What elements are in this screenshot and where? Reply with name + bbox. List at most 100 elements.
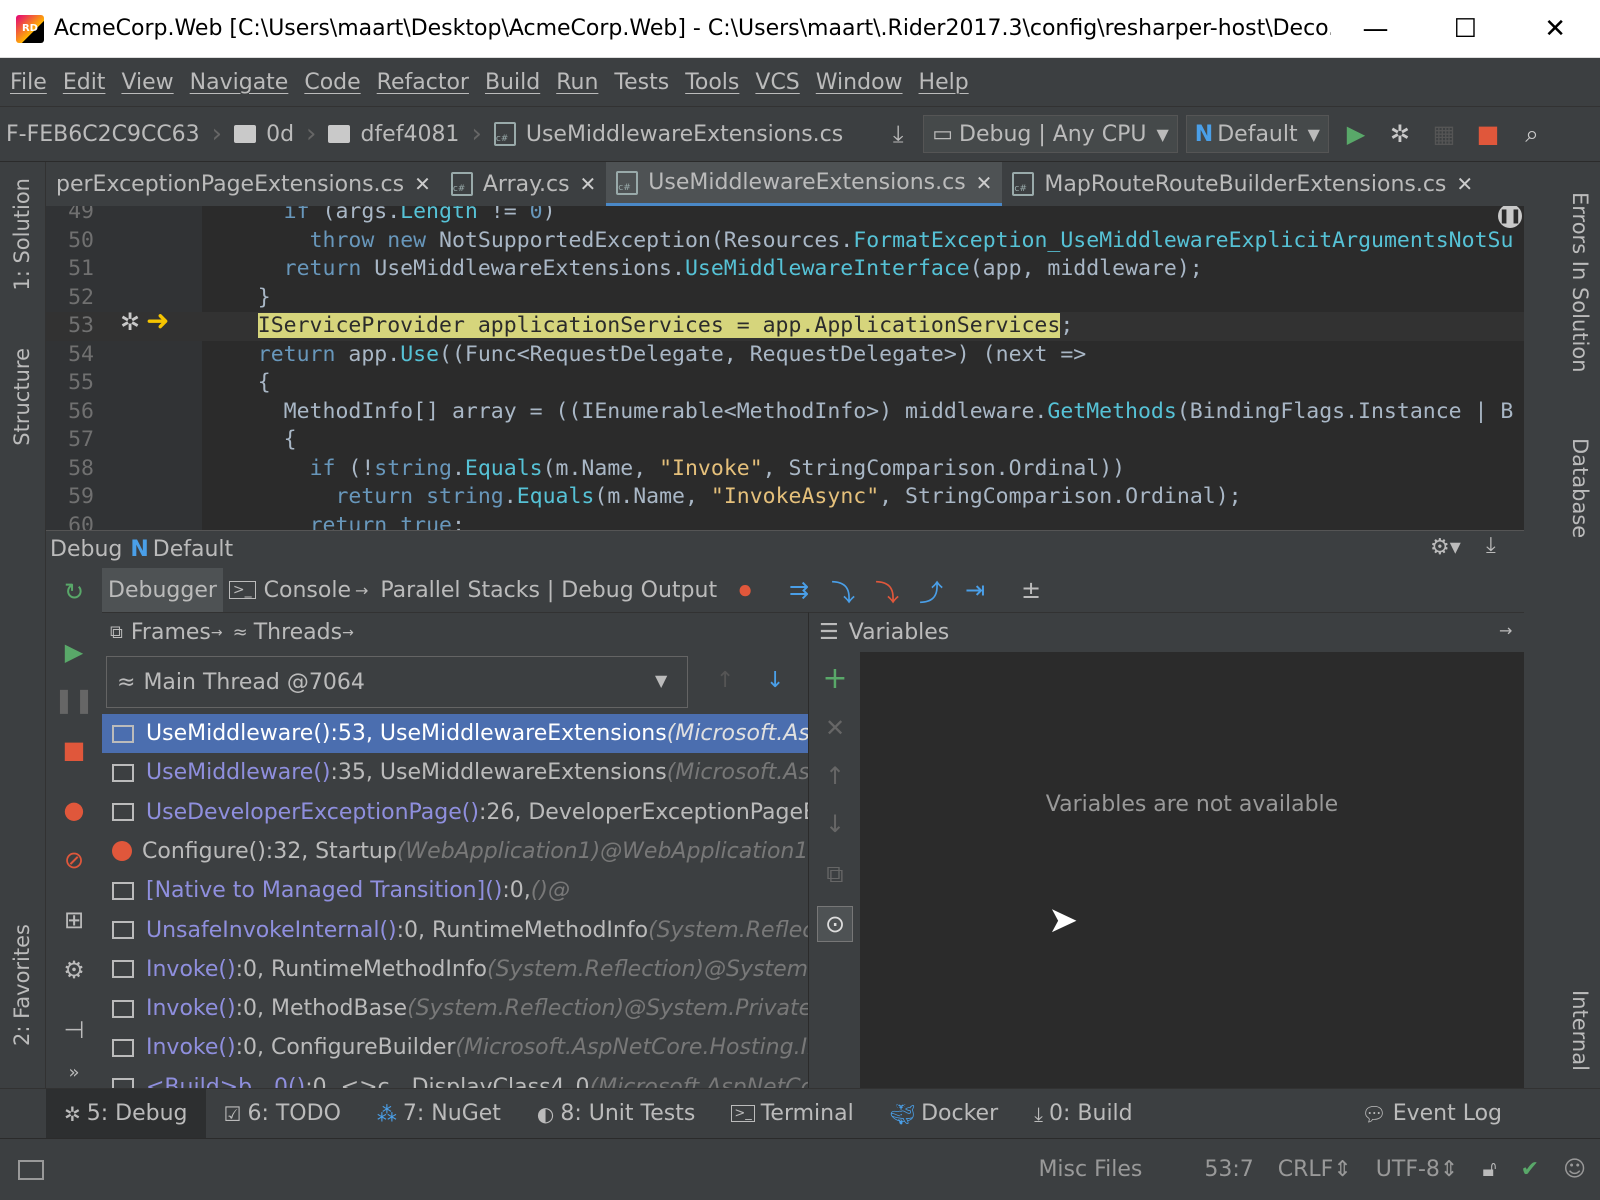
event-log-button[interactable]: 💬︎ Event Log	[1343, 1089, 1520, 1139]
menu-help[interactable]: Help	[919, 70, 969, 95]
frame-row[interactable]: Invoke():0, MethodBase (System.Reflectio…	[102, 989, 808, 1028]
attach-process-icon[interactable]: ⤓	[881, 117, 915, 151]
tab-console[interactable]: >_ Console →	[223, 568, 374, 612]
tab-array[interactable]: c# Array.cs ✕	[441, 162, 606, 206]
frame-row[interactable]: Configure():32, Startup (WebApplication1…	[102, 832, 808, 871]
tab-developer-exception-page-extensions[interactable]: perExceptionPageExtensions.cs ✕	[46, 162, 441, 206]
panel-toggle-icon[interactable]	[18, 1159, 44, 1180]
arrow-up-icon[interactable]: ↑	[716, 668, 734, 693]
code-line[interactable]: 58 if (!string.Equals(m.Name, "Invoke", …	[46, 455, 1524, 484]
code-line[interactable]: 51 return UseMiddlewareExtensions.UseMid…	[46, 255, 1524, 284]
menu-refactor[interactable]: Refactor	[377, 70, 469, 95]
todo-tool-window-button[interactable]: ☑ 6: TODO	[206, 1089, 359, 1139]
more-icon[interactable]: »	[56, 1054, 92, 1090]
menu-window[interactable]: Window	[816, 70, 903, 95]
frames-tab[interactable]: Frames	[131, 620, 211, 645]
frame-row[interactable]: UseDeveloperExceptionPage():26, Develope…	[102, 793, 808, 832]
run-icon[interactable]: ▶	[1339, 117, 1373, 151]
arrow-down-icon[interactable]: ↓	[766, 668, 784, 693]
threads-tab[interactable]: Threads	[254, 620, 342, 645]
maximize-button[interactable]: ☐	[1420, 0, 1510, 58]
show-execution-point-icon[interactable]: ⏺	[723, 568, 767, 612]
move-down-icon[interactable]: ↓	[817, 806, 853, 842]
errors-in-solution-tab[interactable]: Errors In Solution	[1568, 192, 1592, 373]
frame-row[interactable]: Invoke():0, ConfigureBuilder (Microsoft.…	[102, 1028, 808, 1067]
internal-tab[interactable]: Internal	[1568, 990, 1592, 1071]
menu-tools[interactable]: Tools	[685, 70, 739, 95]
solution-panel-tab[interactable]: 1: Solution	[10, 178, 34, 291]
step-over-icon[interactable]: ⇉	[777, 568, 821, 612]
menu-build[interactable]: Build	[485, 70, 540, 95]
close-icon[interactable]: ✕	[580, 172, 597, 196]
step-out-icon[interactable]: ⤴	[909, 568, 953, 612]
debug-bug-icon[interactable]: ✲	[1383, 117, 1417, 151]
status-caret-position[interactable]: 53:7	[1204, 1157, 1253, 1182]
unit-tests-tool-window-button[interactable]: ◐ 8: Unit Tests	[519, 1089, 713, 1139]
docker-tool-window-button[interactable]: 🐳︎ Docker	[872, 1089, 1016, 1139]
show-watches-icon[interactable]: ⊙	[817, 906, 853, 942]
tab-parallel-stacks[interactable]: Parallel Stacks | Debug Output	[374, 568, 723, 612]
duplicate-watch-icon[interactable]: ⧉	[817, 856, 853, 892]
stop-icon[interactable]: ■	[1471, 117, 1505, 151]
thread-select[interactable]: ≈ Main Thread @7064 ▼	[106, 656, 688, 708]
menu-view[interactable]: View	[121, 70, 173, 95]
debug-tool-window-button[interactable]: ✲ 5: Debug	[46, 1088, 206, 1139]
inspection-ok-icon[interactable]: ✔	[1521, 1157, 1539, 1182]
settings-icon[interactable]: ⚙	[56, 952, 92, 988]
pin-icon[interactable]: ⊣	[56, 1012, 92, 1048]
menu-edit[interactable]: Edit	[63, 70, 106, 95]
breadcrumb-folder-dfef[interactable]: dfef4081	[328, 122, 459, 147]
close-icon[interactable]: ✕	[414, 172, 431, 196]
favorites-panel-tab[interactable]: 2: Favorites	[10, 924, 34, 1046]
breadcrumb-folder-0d[interactable]: 0d	[234, 122, 294, 147]
code-line[interactable]: 56 MethodInfo[] array = ((IEnumerable<Me…	[46, 398, 1524, 427]
run-profile-select[interactable]: N Default ▼	[1185, 115, 1329, 153]
code-line[interactable]: 54 return app.Use((Func<RequestDelegate,…	[46, 341, 1524, 370]
frame-row[interactable]: UseMiddleware():35, UseMiddlewareExtensi…	[102, 753, 808, 792]
evaluate-expression-icon[interactable]: ±	[1009, 568, 1053, 612]
view-breakpoints-icon[interactable]: ●	[56, 792, 92, 828]
close-button[interactable]: ✕	[1510, 0, 1600, 58]
code-line[interactable]: 50 throw new NotSupportedException(Resou…	[46, 227, 1524, 256]
close-icon[interactable]: ✕	[976, 171, 993, 195]
terminal-tool-window-button[interactable]: >_ Terminal	[713, 1089, 871, 1139]
frame-row[interactable]: Invoke():0, RuntimeMethodInfo (System.Re…	[102, 950, 808, 989]
frames-list[interactable]: UseMiddleware():53, UseMiddlewareExtensi…	[102, 714, 808, 1088]
nuget-tool-window-button[interactable]: ⁂ 7: NuGet	[359, 1089, 519, 1139]
stop-program-icon[interactable]: ■	[56, 732, 92, 768]
coverage-icon[interactable]: ▦	[1427, 117, 1461, 151]
move-up-icon[interactable]: ↑	[817, 758, 853, 794]
code-line[interactable]: 49 if (args.Length != 0)	[46, 206, 1524, 227]
code-line[interactable]: 55 {	[46, 369, 1524, 398]
frame-row[interactable]: <Build>b__0():0, <>c__DisplayClass4_0 (M…	[102, 1068, 808, 1088]
pin-arrow-icon[interactable]: →	[1499, 621, 1512, 640]
step-into-icon[interactable]: ⤵	[821, 568, 865, 612]
search-icon[interactable]: ⌕	[1515, 117, 1549, 151]
force-step-into-icon[interactable]: ⤵	[865, 568, 909, 612]
menu-navigate[interactable]: Navigate	[190, 70, 289, 95]
status-encoding[interactable]: UTF-8⇕	[1376, 1157, 1459, 1182]
remove-watch-icon[interactable]: ✕	[817, 710, 853, 746]
lock-icon[interactable]: 🔓︎	[1482, 1157, 1496, 1182]
minimize-button[interactable]: —	[1331, 0, 1421, 58]
menu-tests[interactable]: Tests	[614, 70, 669, 95]
code-editor[interactable]: 49 if (args.Length != 0) 50 throw new Not…	[46, 206, 1524, 530]
build-tool-window-button[interactable]: ⤓ 0: Build	[1016, 1089, 1150, 1139]
code-line[interactable]: 52 }	[46, 284, 1524, 313]
breakpoint-bug-icon[interactable]: ✲	[120, 308, 140, 336]
frame-row[interactable]: [Native to Managed Transition]():0, ()@	[102, 871, 808, 910]
tab-map-route-route-builder-extensions[interactable]: c# MapRouteRouteBuilderExtensions.cs ✕	[1002, 162, 1483, 206]
run-to-cursor-icon[interactable]: ⇥	[953, 568, 997, 612]
code-line[interactable]: 57 {	[46, 426, 1524, 455]
frame-row[interactable]: UnsafeInvokeInternal():0, RuntimeMethodI…	[102, 911, 808, 950]
menu-run[interactable]: Run	[556, 70, 598, 95]
breadcrumb-file[interactable]: c# UseMiddlewareExtensions.cs	[493, 122, 843, 147]
hector-icon[interactable]: ☺	[1563, 1157, 1586, 1182]
layout-icon[interactable]: ⊞	[56, 902, 92, 938]
pause-program-icon[interactable]: ❚❚	[54, 682, 94, 718]
menu-code[interactable]: Code	[304, 70, 360, 95]
menu-vcs[interactable]: VCS	[755, 70, 799, 95]
menu-file[interactable]: File	[10, 70, 47, 95]
build-config-select[interactable]: ▭ Debug | Any CPU ▼	[923, 115, 1178, 153]
add-watch-icon[interactable]: +	[817, 660, 853, 696]
